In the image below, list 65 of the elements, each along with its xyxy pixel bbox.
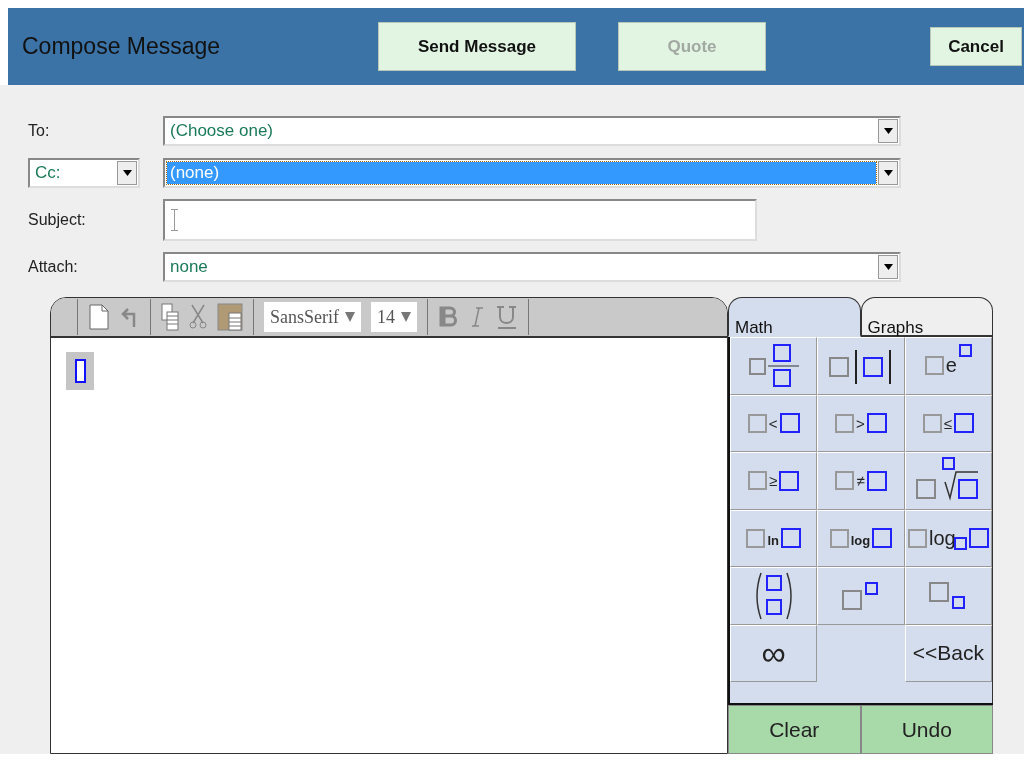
input-slot-icon — [866, 413, 887, 434]
italic-icon[interactable] — [470, 305, 486, 329]
input-slot-icon — [780, 528, 801, 549]
root-template-button[interactable] — [904, 452, 992, 510]
palette-tab[interactable]: Graphs — [860, 297, 993, 337]
empty-slot-icon — [835, 471, 855, 491]
relation-template-button[interactable]: ≤ — [904, 394, 992, 452]
relation-template-button[interactable]: ≠ — [817, 452, 905, 510]
log-base-template-button[interactable]: log — [904, 509, 992, 567]
input-slot-icon — [872, 528, 893, 549]
field-label: Attach: — [28, 258, 79, 276]
copy-icon[interactable] — [161, 303, 179, 331]
empty-slot-icon — [922, 413, 942, 433]
bold-icon[interactable] — [438, 305, 460, 329]
function-template-button[interactable]: log — [817, 509, 905, 567]
input-slot-icon — [779, 470, 800, 491]
font-dropdown[interactable]: SansSerif — [264, 302, 361, 332]
subject-field[interactable] — [163, 199, 757, 241]
fraction-icon — [747, 342, 800, 389]
palette-action-button[interactable]: Clear — [728, 705, 861, 754]
infinity-template-button[interactable]: ∞ — [730, 624, 818, 682]
palette-action-button[interactable]: Undo — [860, 705, 993, 754]
dropdown-arrow-icon — [401, 312, 411, 322]
dropdown-arrow-icon — [345, 312, 355, 322]
paste-icon[interactable] — [217, 303, 243, 331]
palette-tab[interactable]: Math — [728, 297, 861, 337]
power-template-button[interactable] — [817, 567, 905, 625]
field-label: Subject: — [28, 211, 87, 229]
underline-icon[interactable] — [496, 304, 518, 330]
relation-template-button[interactable]: < — [730, 394, 818, 452]
input-slot-icon — [968, 528, 989, 549]
exponent-slot-icon — [958, 344, 972, 357]
cut-icon[interactable] — [189, 304, 207, 330]
input-slot-icon — [866, 470, 887, 491]
font-size-dropdown[interactable]: 14 — [371, 302, 417, 332]
input-slot-icon — [953, 413, 974, 434]
new-document-icon[interactable] — [88, 304, 110, 330]
empty-slot-icon — [924, 356, 944, 376]
relation-template-button[interactable]: ≥ — [730, 452, 818, 510]
header-button[interactable]: Cancel — [930, 27, 1022, 66]
header-button[interactable]: Send Message — [378, 22, 576, 71]
relation-template-button[interactable]: > — [817, 394, 905, 452]
fraction-template-button[interactable] — [730, 337, 818, 395]
abs-template-button[interactable] — [817, 337, 905, 395]
power-icon — [841, 580, 881, 611]
back-template-button[interactable]: <<Back — [904, 624, 992, 682]
empty-slot-icon — [748, 471, 768, 491]
input-slot-icon — [66, 352, 94, 390]
empty-slot-icon — [746, 528, 766, 548]
empty-slot-icon — [835, 413, 855, 433]
input-slot-icon — [779, 413, 800, 434]
base-slot-icon — [953, 537, 967, 550]
field-label: To: — [28, 122, 51, 140]
matrix-template-button[interactable] — [730, 567, 818, 625]
exp-template-button[interactable]: e — [904, 337, 992, 395]
subscript-template-button[interactable] — [904, 567, 992, 625]
function-template-button[interactable]: ln — [730, 509, 818, 567]
empty-slot-icon — [907, 528, 927, 548]
recipient-dropdown[interactable]: (Choose one) — [163, 116, 901, 146]
text-cursor-icon — [171, 209, 178, 231]
recipient-type-dropdown[interactable]: Cc: — [28, 158, 140, 188]
empty-slot-icon — [829, 528, 849, 548]
window-title: Compose Message — [22, 33, 222, 60]
attachment-dropdown[interactable]: none — [163, 252, 901, 282]
empty-slot-icon — [747, 413, 767, 433]
